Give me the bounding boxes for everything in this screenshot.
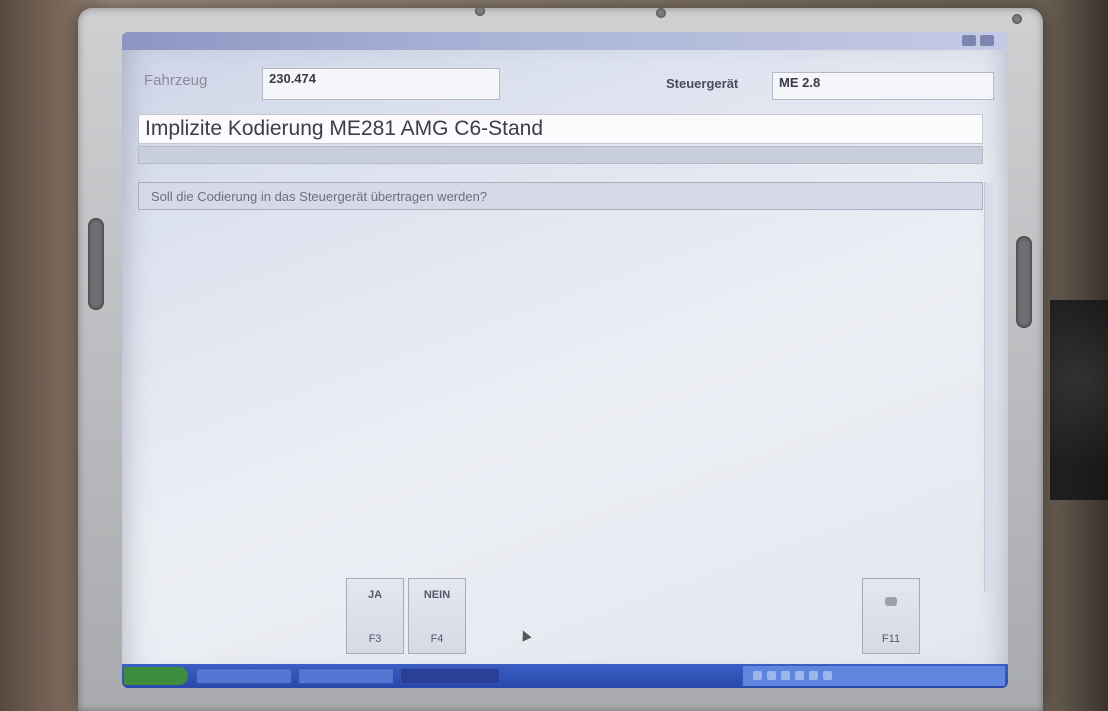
mouse-cursor-icon bbox=[518, 628, 532, 642]
nein-button[interactable]: NEIN F4 bbox=[408, 578, 466, 654]
bezel-screw bbox=[656, 8, 666, 18]
start-button[interactable] bbox=[124, 667, 188, 685]
taskbar-item-active[interactable] bbox=[400, 668, 500, 684]
vehicle-field[interactable]: 230.474 bbox=[262, 68, 500, 100]
taskbar-item[interactable] bbox=[196, 668, 292, 684]
vehicle-label: Fahrzeug bbox=[144, 72, 208, 89]
tray-icon[interactable] bbox=[781, 671, 790, 680]
question-text: Soll die Codierung in das Steuergerät üb… bbox=[138, 182, 983, 210]
background-cable bbox=[1050, 300, 1108, 500]
vertical-scrollbar[interactable] bbox=[984, 182, 993, 592]
ecu-label: Steuergerät bbox=[666, 76, 739, 91]
ja-button-label: JA bbox=[367, 589, 383, 601]
window-titlebar bbox=[122, 32, 1008, 50]
printer-icon bbox=[885, 597, 897, 606]
bezel-screw bbox=[475, 6, 485, 16]
screen: Fahrzeug 230.474 Steuergerät ME 2.8 Impl… bbox=[122, 32, 1008, 688]
nein-button-label: NEIN bbox=[423, 589, 451, 601]
bezel-screw bbox=[1012, 14, 1022, 24]
system-tray bbox=[742, 666, 1005, 686]
taskbar bbox=[122, 664, 1008, 688]
minimize-button[interactable] bbox=[962, 35, 976, 46]
page-title: Implizite Kodierung ME281 AMG C6-Stand bbox=[138, 114, 983, 144]
ja-button-key: F3 bbox=[368, 633, 382, 645]
separator-strip bbox=[138, 146, 983, 164]
taskbar-item[interactable] bbox=[298, 668, 394, 684]
ecu-field[interactable]: ME 2.8 bbox=[772, 72, 994, 100]
tray-icon[interactable] bbox=[767, 671, 776, 680]
close-button[interactable] bbox=[980, 35, 994, 46]
ja-button[interactable]: JA F3 bbox=[346, 578, 404, 654]
print-button-key: F11 bbox=[881, 633, 901, 645]
nein-button-key: F4 bbox=[430, 633, 444, 645]
tray-icon[interactable] bbox=[823, 671, 832, 680]
print-button[interactable]: F11 bbox=[862, 578, 920, 654]
bezel-hinge-left bbox=[88, 218, 104, 310]
bezel-hinge-right bbox=[1016, 236, 1032, 328]
tray-icon[interactable] bbox=[809, 671, 818, 680]
tray-icon[interactable] bbox=[753, 671, 762, 680]
tray-icon[interactable] bbox=[795, 671, 804, 680]
